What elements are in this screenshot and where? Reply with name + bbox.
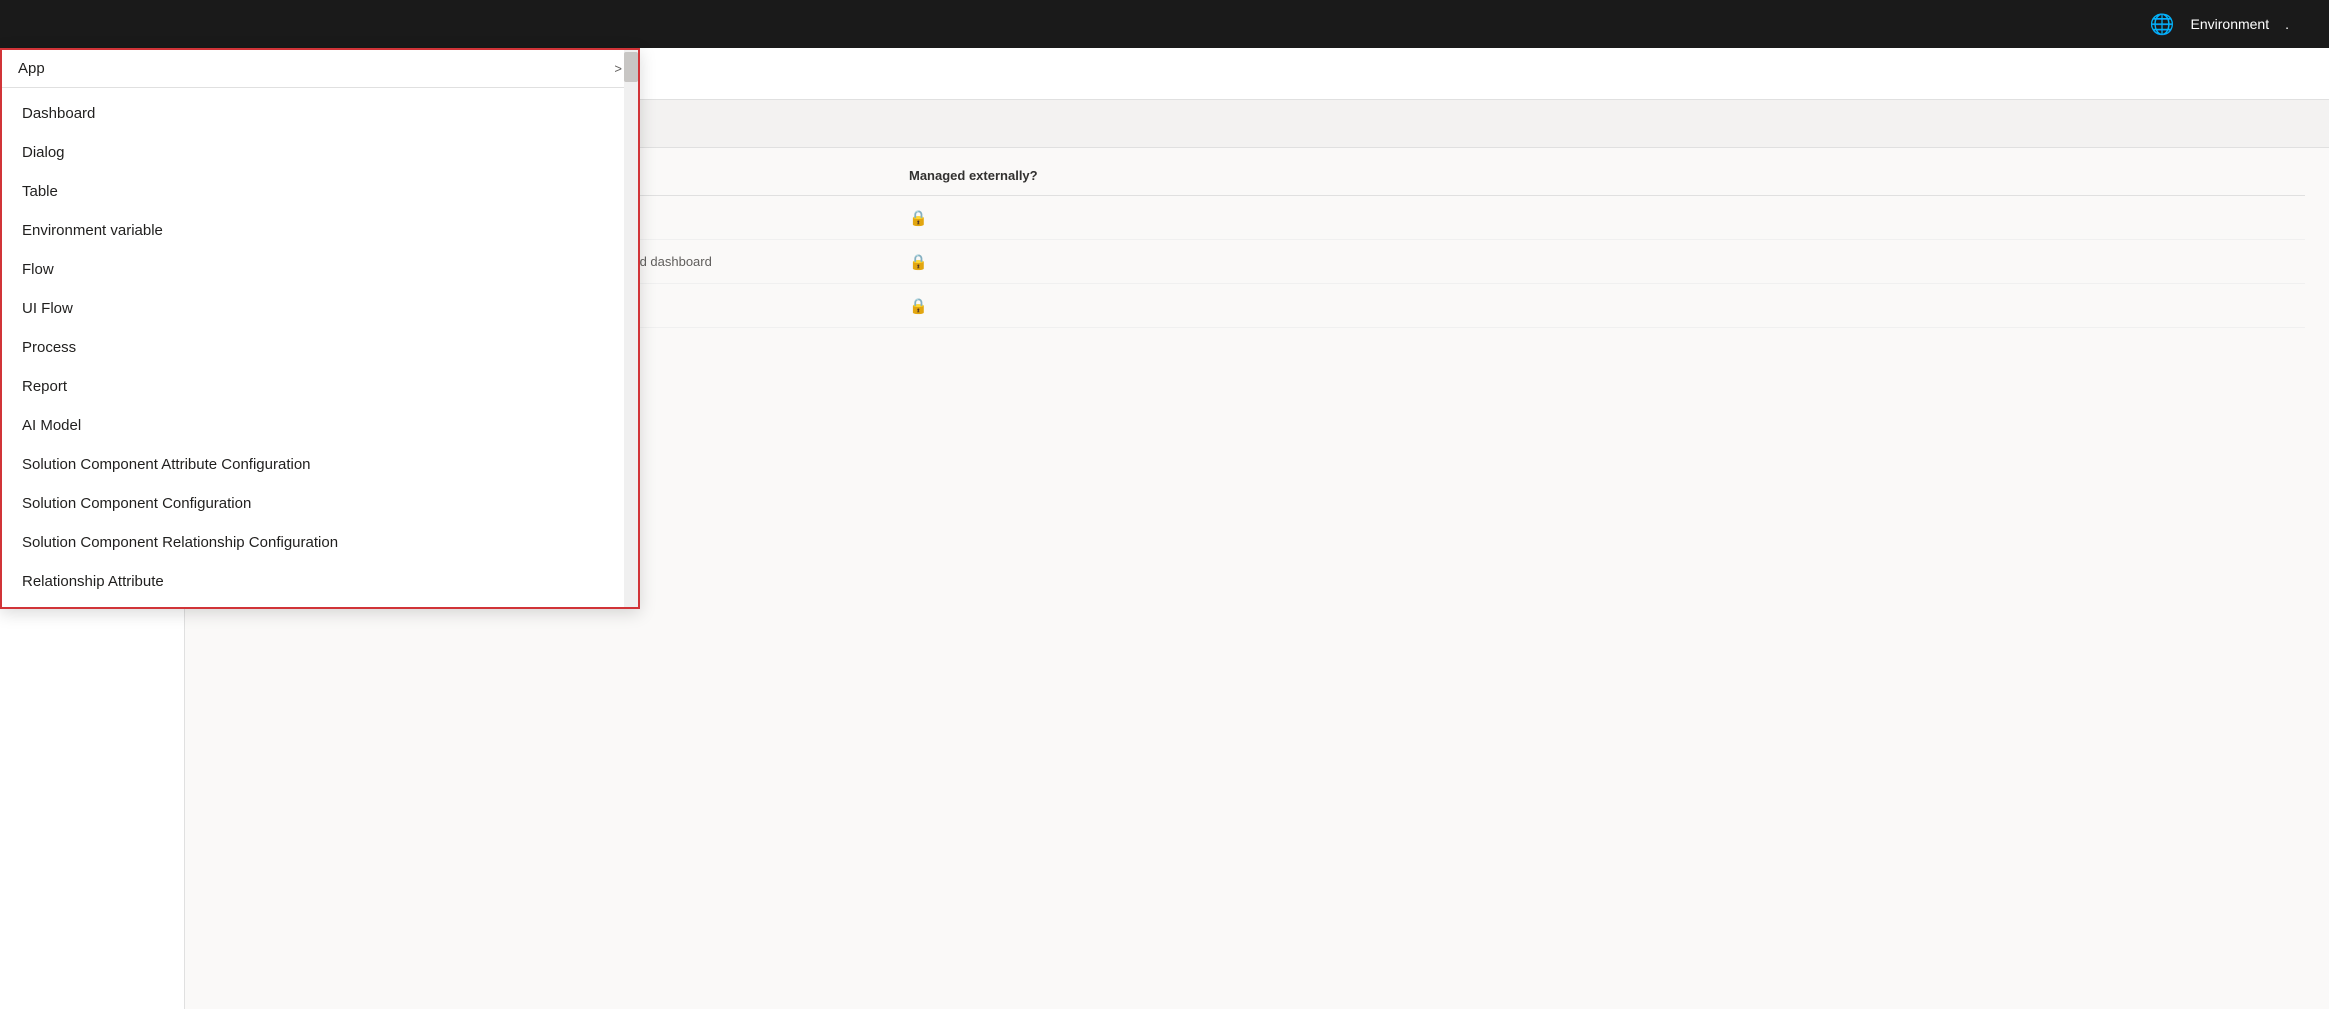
scrollbar-thumb <box>624 52 638 82</box>
dropdown-item-11[interactable]: Solution Component Relationship Configur… <box>2 523 638 562</box>
dropdown-header: App > <box>2 50 638 88</box>
dropdown-header-label: App <box>18 60 45 77</box>
cell-managed-0: 🔒 <box>909 209 2305 227</box>
scrollbar[interactable] <box>624 50 638 607</box>
environment-label: Environment <box>2191 16 2270 32</box>
dropdown-item-0[interactable]: Dashboard <box>2 94 638 133</box>
dropdown-item-3[interactable]: Environment variable <box>2 211 638 250</box>
top-bar: 🌐 Environment . <box>0 0 2329 48</box>
dropdown-item-8[interactable]: AI Model <box>2 406 638 445</box>
dropdown-header-chevron-icon: > <box>614 61 622 76</box>
dropdown-item-10[interactable]: Solution Component Configuration <box>2 484 638 523</box>
lock-icon: 🔒 <box>909 210 928 227</box>
dropdown-item-12[interactable]: Relationship Attribute <box>2 562 638 601</box>
environment-dot: . <box>2285 16 2289 32</box>
col-managed-label: Managed externally? <box>909 168 1038 183</box>
col-header-managed: Managed externally? <box>909 168 2305 183</box>
dropdown-item-2[interactable]: Table <box>2 172 638 211</box>
dropdown-menu: App > DashboardDialogTableEnvironment va… <box>0 48 640 609</box>
top-bar-right: 🌐 Environment . <box>2150 12 2289 37</box>
globe-icon: 🌐 <box>2150 12 2175 37</box>
lock-icon: 🔒 <box>909 298 928 315</box>
cell-managed-1: 🔒 <box>909 253 2305 271</box>
dropdown-item-7[interactable]: Report <box>2 367 638 406</box>
dropdown-item-1[interactable]: Dialog <box>2 133 638 172</box>
cell-managed-2: 🔒 <box>909 297 2305 315</box>
lock-icon: 🔒 <box>909 254 928 271</box>
dropdown-item-4[interactable]: Flow <box>2 250 638 289</box>
dropdown-item-6[interactable]: Process <box>2 328 638 367</box>
dropdown-items-list: DashboardDialogTableEnvironment variable… <box>2 88 638 607</box>
dropdown-item-5[interactable]: UI Flow <box>2 289 638 328</box>
dropdown-item-9[interactable]: Solution Component Attribute Configurati… <box>2 445 638 484</box>
